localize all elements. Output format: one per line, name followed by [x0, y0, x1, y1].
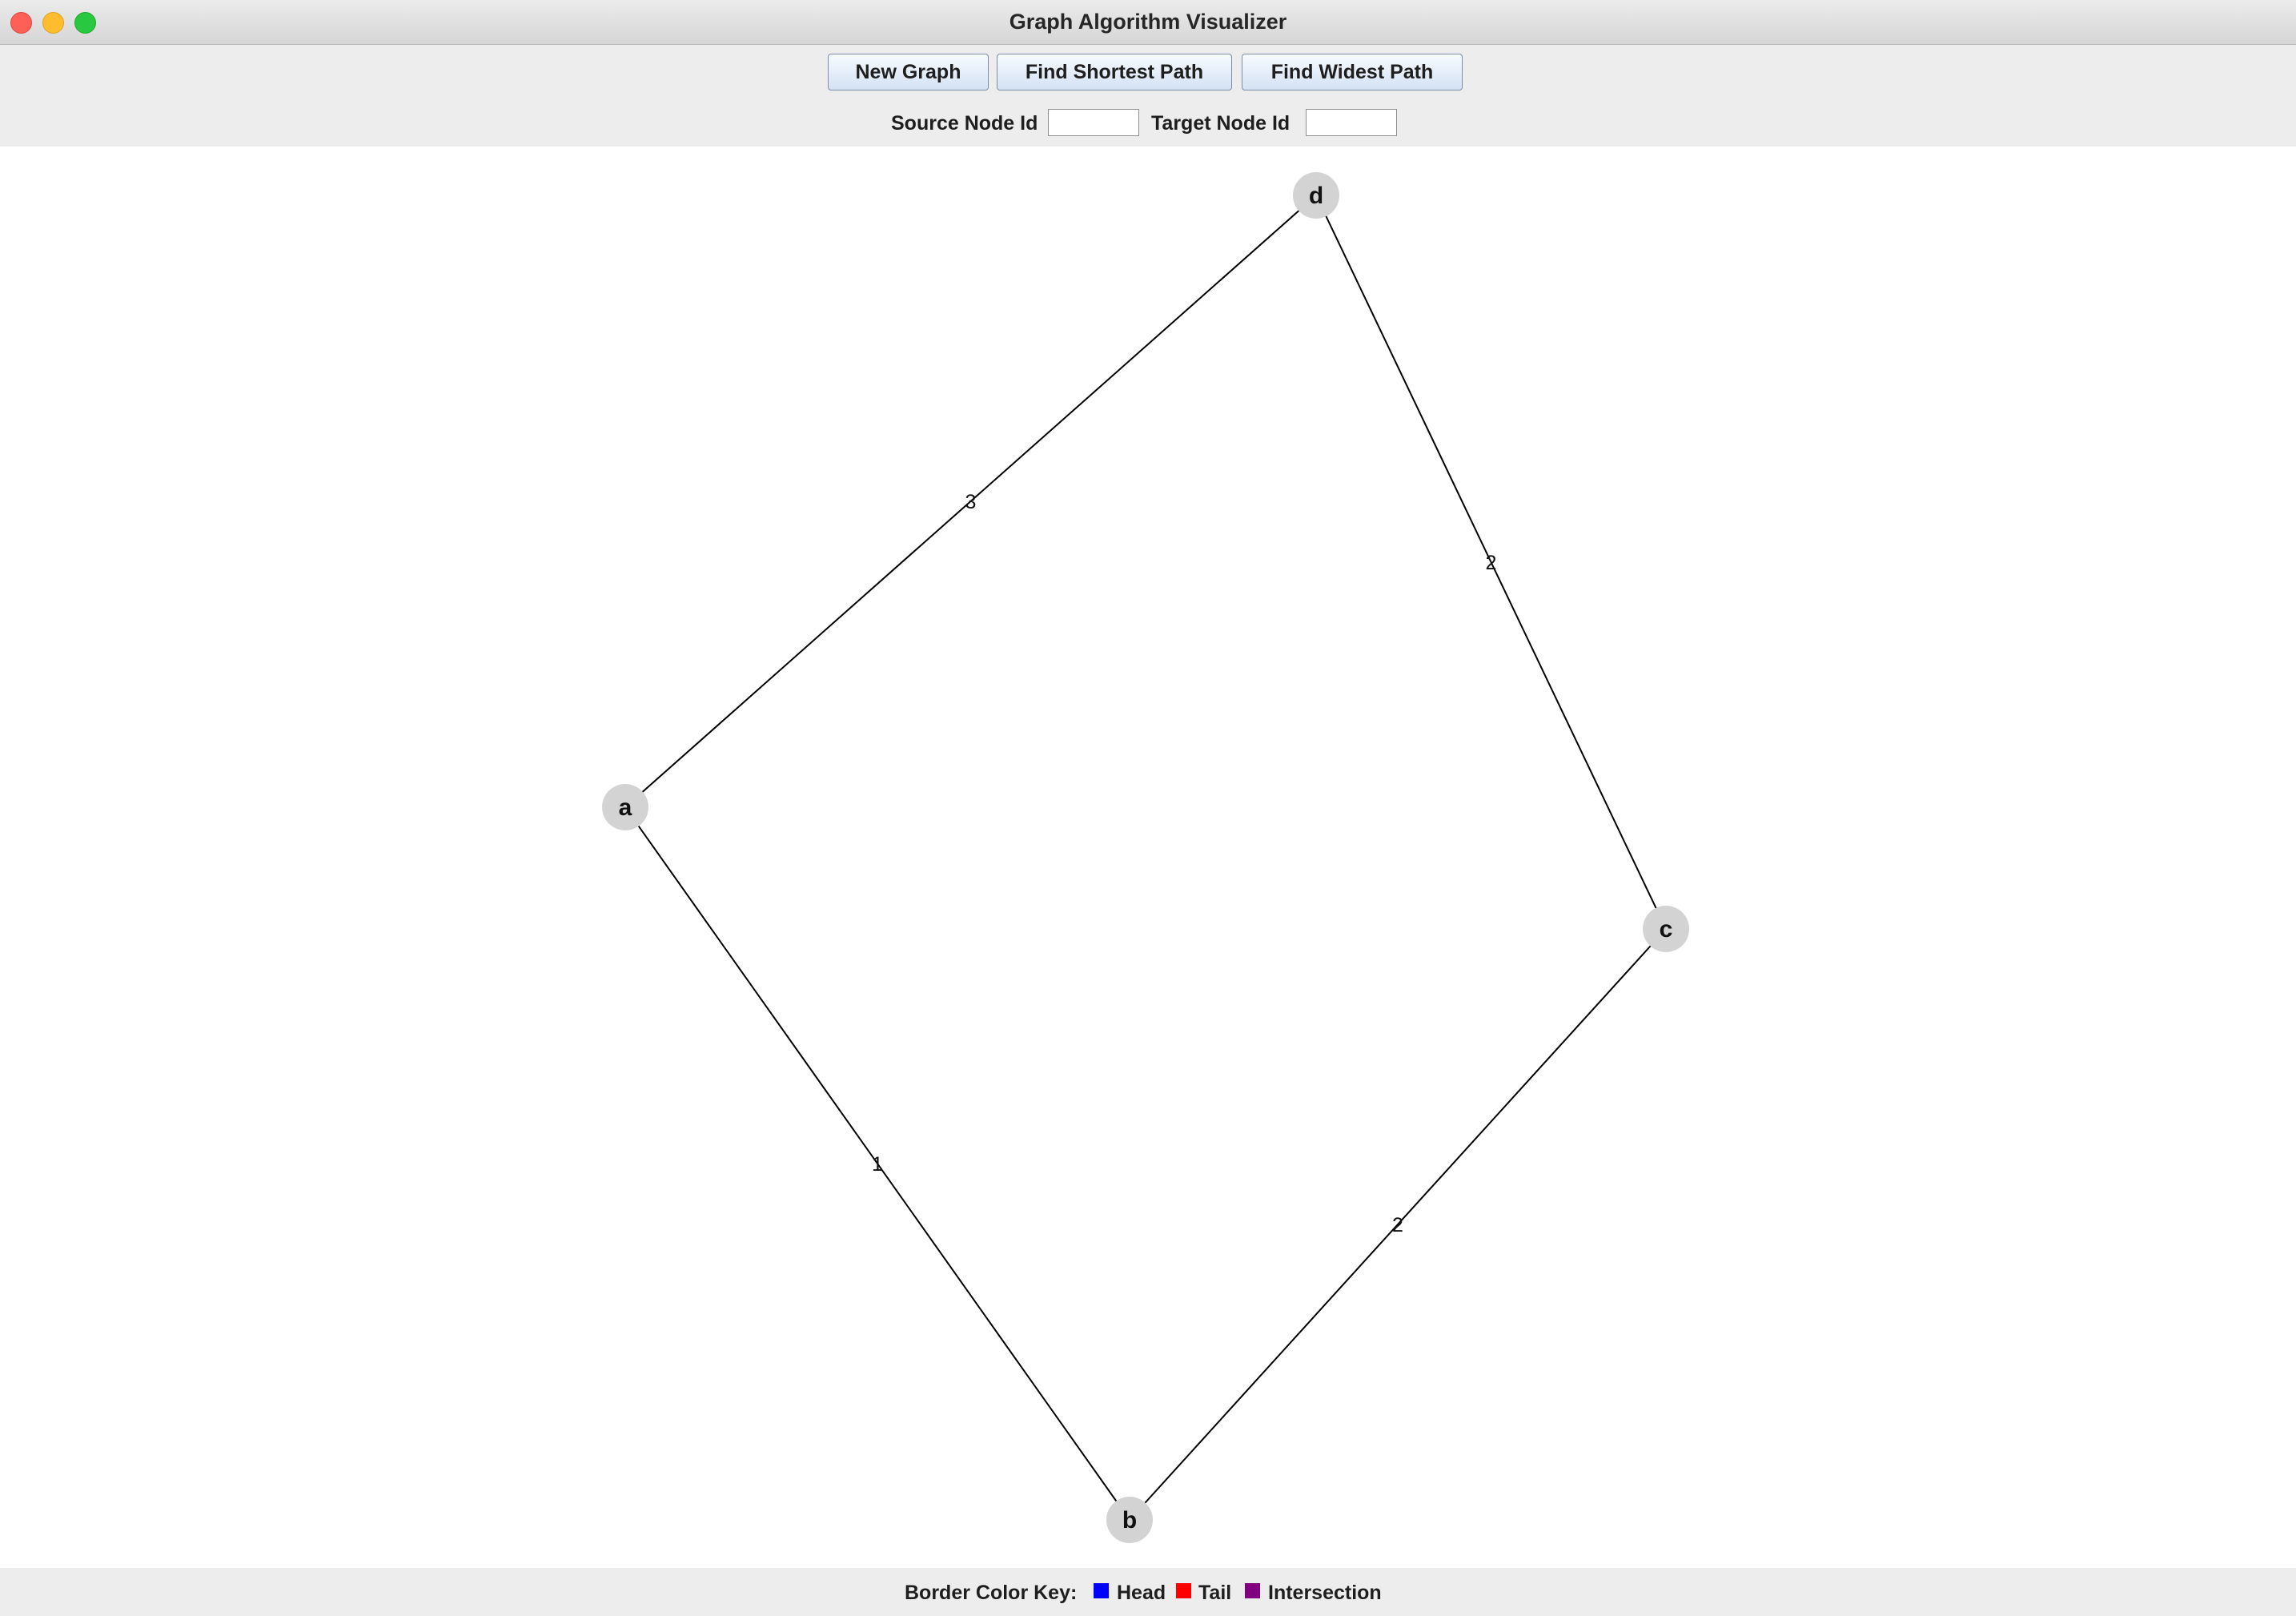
graph-node-b[interactable]: b	[1106, 1497, 1153, 1543]
edge-weight-a-d: 3	[965, 491, 977, 513]
intersection-color-swatch	[1245, 1583, 1260, 1598]
window-title: Graph Algorithm Visualizer	[1009, 10, 1287, 34]
target-node-input[interactable]	[1306, 109, 1397, 136]
edge-weight-a-b: 1	[872, 1153, 883, 1176]
edge-weight-d-c: 2	[1486, 552, 1497, 574]
head-color-swatch	[1094, 1583, 1109, 1598]
title-bar: Graph Algorithm Visualizer	[0, 0, 2296, 45]
node-label-a: a	[619, 794, 632, 821]
graph-node-d[interactable]: d	[1293, 172, 1339, 219]
legend-bar: Border Color Key: Head Tail Intersection	[0, 1568, 2296, 1616]
toolbar: New Graph Find Shortest Path Find Widest…	[0, 45, 2296, 147]
legend-tail-label: Tail	[1198, 1582, 1232, 1604]
graph-node-a[interactable]: a	[602, 784, 648, 830]
node-label-c: c	[1660, 916, 1673, 943]
legend-intersection-label: Intersection	[1268, 1582, 1382, 1604]
find-shortest-path-button[interactable]: Find Shortest Path	[997, 54, 1232, 90]
legend-head-label: Head	[1117, 1582, 1166, 1604]
tail-color-swatch	[1176, 1583, 1191, 1598]
legend-title: Border Color Key:	[905, 1582, 1078, 1604]
edge-weight-b-c: 2	[1392, 1214, 1403, 1236]
node-label-d: d	[1309, 183, 1323, 209]
graph-node-c[interactable]: c	[1643, 906, 1689, 952]
node-label-b: b	[1122, 1507, 1137, 1534]
source-node-input[interactable]	[1048, 109, 1139, 136]
target-node-label: Target Node Id	[1151, 112, 1290, 135]
source-node-label: Source Node Id	[891, 112, 1038, 135]
graph-drawing[interactable]: 3 2 1 2 d a c b	[0, 147, 2296, 1568]
app-window: Graph Algorithm Visualizer New Graph Fin…	[0, 0, 2296, 1616]
find-widest-path-button[interactable]: Find Widest Path	[1242, 54, 1463, 90]
new-graph-button[interactable]: New Graph	[828, 54, 989, 90]
graph-canvas[interactable]: 3 2 1 2 d a c b	[0, 147, 2296, 1568]
